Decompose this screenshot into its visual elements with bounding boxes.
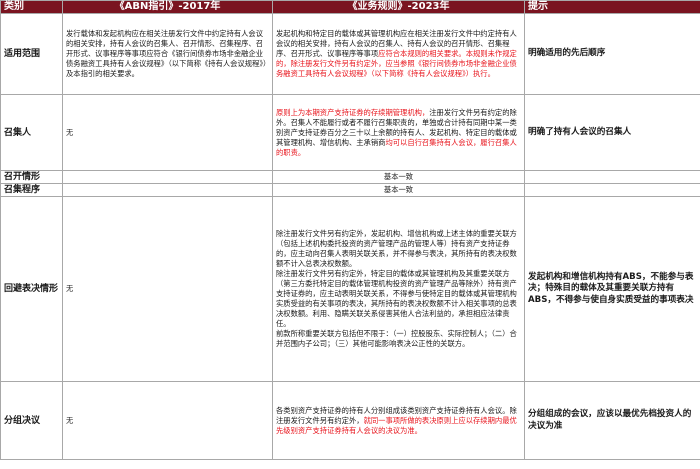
- header-category: 类别: [0, 0, 63, 14]
- row-rule-text: 基本一致: [272, 183, 525, 197]
- header-note: 提示: [524, 0, 700, 14]
- table-row: 召开情形 基本一致: [0, 170, 700, 184]
- row-abn-text: [62, 170, 273, 184]
- row-abn-text: 无: [62, 94, 273, 171]
- row-note: 分组组成的会议，应该以最优先档投资人的决议为准: [524, 381, 700, 460]
- row-note: 明确适用的先后顺序: [524, 13, 700, 95]
- row-abn-text: 发行载体和发起机构应在相关注册发行文件中约定持有人会议的相关安排，持有人会议的召…: [62, 13, 273, 95]
- row-category: 适用范围: [0, 13, 63, 95]
- row-abn-text: [62, 183, 273, 197]
- table-row: 召集人 无 原则上为本期资产支持证券的存续期管理机构，注册发行文件另有约定的除外…: [0, 94, 700, 171]
- header-abn-guideline: 《ABN指引》-2017年: [62, 0, 273, 14]
- table-row: 适用范围 发行载体和发起机构应在相关注册发行文件中约定持有人会议的相关安排，持有…: [0, 13, 700, 95]
- row-category: 召开情形: [0, 170, 63, 184]
- row-category: 回避表决情形: [0, 196, 63, 382]
- row-rule-text: 除注册发行文件另有约定外，发起机构、增信机构或上述主体的重要关联方（包括上述机构…: [272, 196, 525, 382]
- table-row: 召集程序 基本一致: [0, 183, 700, 197]
- row-rule-text: 发起机构和特定目的载体或其管理机构应在相关注册发行文件中约定持有人会议的相关安排…: [272, 13, 525, 95]
- row-rule-text: 各类别资产支持证券的持有人分别组成该类别资产支持证券持有人会议。除注册发行文件另…: [272, 381, 525, 460]
- row-category: 召集人: [0, 94, 63, 171]
- table-row: 回避表决情形 无 除注册发行文件另有约定外，发起机构、增信机构或上述主体的重要关…: [0, 196, 700, 382]
- row-rule-text: 原则上为本期资产支持证券的存续期管理机构，注册发行文件另有约定的除外。召集人不能…: [272, 94, 525, 171]
- row-note: [524, 183, 700, 197]
- row-abn-text: 无: [62, 381, 273, 460]
- header-business-rules: 《业务规则》-2023年: [272, 0, 525, 14]
- comparison-table: 类别 《ABN指引》-2017年 《业务规则》-2023年 提示 适用范围 发行…: [0, 0, 700, 460]
- rule-text-highlight: 原则上为本期资产支持证券的存续期管理机构，: [276, 107, 430, 117]
- row-category: 分组决议: [0, 381, 63, 460]
- row-note: [524, 170, 700, 184]
- row-note: 发起机构和增信机构持有ABS，不能参与表决；特殊目的载体及其重要关联方持有ABS…: [524, 196, 700, 382]
- table-row: 分组决议 无 各类别资产支持证券的持有人分别组成该类别资产支持证券持有人会议。除…: [0, 381, 700, 460]
- row-note: 明确了持有人会议的召集人: [524, 94, 700, 171]
- row-abn-text: 无: [62, 196, 273, 382]
- row-category: 召集程序: [0, 183, 63, 197]
- row-rule-text: 基本一致: [272, 170, 525, 184]
- header-row: 类别 《ABN指引》-2017年 《业务规则》-2023年 提示: [0, 0, 700, 14]
